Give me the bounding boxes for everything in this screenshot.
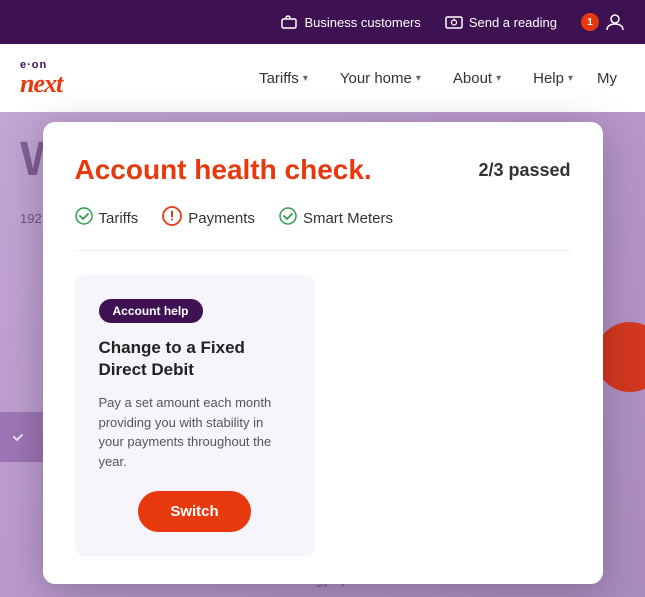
logo-next: next (20, 71, 62, 97)
notification-link[interactable]: 1 (581, 12, 625, 32)
briefcase-icon (280, 13, 298, 31)
logo[interactable]: e·on next (20, 60, 62, 97)
chevron-down-icon: ▾ (496, 73, 501, 84)
card-title: Change to a Fixed Direct Debit (99, 337, 291, 381)
nav-my-account[interactable]: My (589, 44, 625, 112)
check-pass-icon (279, 207, 297, 230)
nav-your-home[interactable]: Your home ▾ (324, 44, 437, 112)
nav-help[interactable]: Help ▾ (517, 44, 589, 112)
modal-overlay: Account health check. 2/3 passed Tariffs (0, 112, 645, 597)
send-reading-link[interactable]: Send a reading (445, 13, 557, 31)
passed-badge: 2/3 passed (478, 154, 570, 181)
account-health-modal: Account health check. 2/3 passed Tariffs (43, 122, 603, 584)
nav-about[interactable]: About ▾ (437, 44, 517, 112)
chevron-down-icon: ▾ (416, 73, 421, 84)
nav-tariffs[interactable]: Tariffs ▾ (243, 44, 324, 112)
checks-row: Tariffs Payments (75, 206, 571, 251)
smart-meters-label: Smart Meters (303, 210, 393, 227)
switch-button[interactable]: Switch (138, 491, 250, 532)
meter-icon (445, 13, 463, 31)
modal-header: Account health check. 2/3 passed (75, 154, 571, 186)
profile-icon (605, 12, 625, 32)
account-help-card: Account help Change to a Fixed Direct De… (75, 275, 315, 556)
chevron-down-icon: ▾ (303, 73, 308, 84)
notification-badge: 1 (581, 13, 599, 31)
top-bar: Business customers Send a reading 1 (0, 0, 645, 44)
payments-label: Payments (188, 210, 255, 227)
check-pass-icon (75, 207, 93, 230)
chevron-down-icon: ▾ (568, 73, 573, 84)
check-tariffs: Tariffs (75, 207, 139, 230)
modal-title: Account health check. (75, 154, 372, 186)
tariffs-label: Tariffs (99, 210, 139, 227)
card-tag: Account help (99, 299, 203, 323)
business-customers-link[interactable]: Business customers (280, 13, 420, 31)
nav-bar: e·on next Tariffs ▾ Your home ▾ About ▾ … (0, 44, 645, 112)
nav-items: Tariffs ▾ Your home ▾ About ▾ Help ▾ My (243, 44, 625, 112)
check-smart-meters: Smart Meters (279, 207, 393, 230)
warning-icon (162, 206, 182, 230)
check-payments: Payments (162, 206, 255, 230)
card-description: Pay a set amount each month providing yo… (99, 393, 291, 471)
